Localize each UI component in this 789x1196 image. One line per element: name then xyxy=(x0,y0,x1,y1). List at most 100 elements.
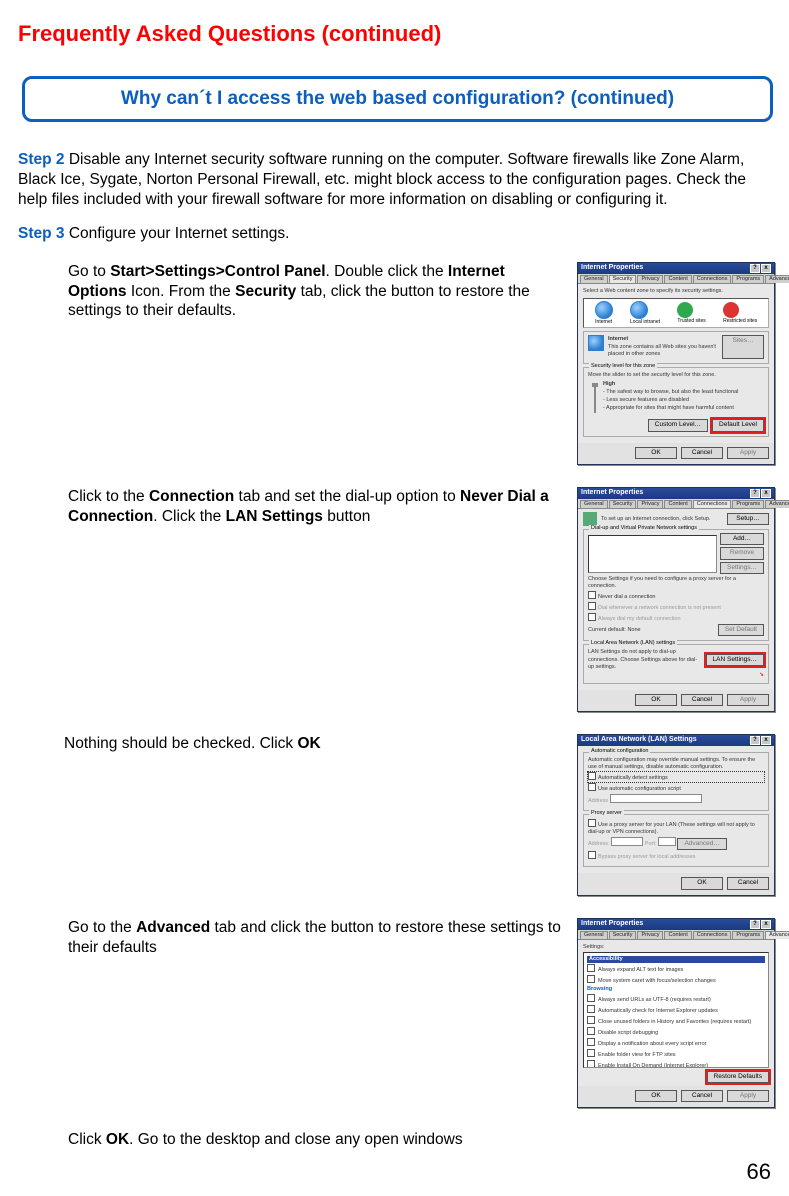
substep-lan-text: Nothing should be checked. Click OK xyxy=(18,734,577,754)
text: Go to xyxy=(68,263,110,280)
address-input[interactable] xyxy=(610,794,702,803)
group-legend: Automatic configuration xyxy=(589,748,650,755)
tab-privacy[interactable]: Privacy xyxy=(637,500,663,508)
value: None xyxy=(627,627,640,633)
remove-button[interactable]: Remove xyxy=(720,547,764,559)
page-number: 66 xyxy=(18,1158,777,1186)
tree-item[interactable]: Enable folder view for FTP sites xyxy=(587,1049,765,1059)
tabs: General Security Privacy Content Connect… xyxy=(578,930,774,940)
label: Port: xyxy=(645,841,657,847)
tab-programs[interactable]: Programs xyxy=(732,500,764,508)
use-proxy-checkbox[interactable]: Use a proxy server for your LAN (These s… xyxy=(588,819,764,836)
auto-detect-checkbox[interactable]: Automatically detect settings xyxy=(588,772,764,782)
add-button[interactable]: Add… xyxy=(720,533,764,545)
final-line: Click OK. Go to the desktop and close an… xyxy=(68,1130,777,1150)
tab-content[interactable]: Content xyxy=(664,500,691,508)
proxy-address-input[interactable] xyxy=(611,837,643,846)
tab-connections[interactable]: Connections xyxy=(693,500,732,508)
apply-button[interactable]: Apply xyxy=(727,447,769,459)
tree-item[interactable]: Display a notification about every scrip… xyxy=(587,1038,765,1048)
tab-privacy[interactable]: Privacy xyxy=(637,275,663,283)
tab-advanced[interactable]: Advanced xyxy=(765,500,789,508)
step3-header-text: Configure your Internet settings. xyxy=(65,225,290,242)
tree-item[interactable]: Always expand ALT text for images xyxy=(587,964,765,974)
connections-listbox[interactable] xyxy=(588,535,717,573)
tabs: General Security Privacy Content Connect… xyxy=(578,499,774,509)
sec-top-text: Select a Web content zone to specify its… xyxy=(583,288,769,295)
lan-settings-button[interactable]: LAN Settings… xyxy=(706,654,764,666)
tab-connections[interactable]: Connections xyxy=(693,275,732,283)
default-level-button[interactable]: Default Level xyxy=(712,419,764,431)
tree-item[interactable]: Always send URLs as UTF-8 (requires rest… xyxy=(587,994,765,1004)
close-icon[interactable]: x xyxy=(761,264,771,273)
substep-advanced-text: Go to the Advanced tab and click the but… xyxy=(18,918,577,958)
internet-zone-icon[interactable] xyxy=(595,301,613,319)
security-slider[interactable] xyxy=(594,383,596,413)
tree-item[interactable]: Automatically check for Internet Explore… xyxy=(587,1005,765,1015)
tree-header: Accessibility xyxy=(587,956,765,963)
never-dial-radio[interactable]: Never dial a connection xyxy=(588,591,764,601)
trusted-sites-zone-icon[interactable] xyxy=(677,302,693,318)
custom-level-button[interactable]: Custom Level… xyxy=(648,419,708,431)
text: . Click the xyxy=(153,508,225,525)
help-icon[interactable]: ? xyxy=(750,736,760,745)
tree-item[interactable]: Close unused folders in History and Favo… xyxy=(587,1016,765,1026)
tree-item[interactable]: Move system caret with focus/selection c… xyxy=(587,975,765,985)
settings-button[interactable]: Settings… xyxy=(720,562,764,574)
cancel-button[interactable]: Cancel xyxy=(681,694,723,706)
apply-button[interactable]: Apply xyxy=(727,694,769,706)
tree-item[interactable]: Enable Install On Demand (Internet Explo… xyxy=(587,1060,765,1068)
set-default-button[interactable]: Set Default xyxy=(718,624,764,636)
cancel-button[interactable]: Cancel xyxy=(681,1090,723,1102)
text-bold: Connection xyxy=(149,488,234,505)
cancel-button[interactable]: Cancel xyxy=(681,447,723,459)
bypass-proxy-checkbox[interactable]: Bypass proxy server for local addresses xyxy=(588,851,764,861)
group-legend: Security level for this zone xyxy=(589,363,657,370)
tab-security[interactable]: Security xyxy=(609,931,637,939)
dial-whenever-radio[interactable]: Dial whenever a network connection is no… xyxy=(588,602,764,612)
dialog-title: Internet Properties xyxy=(581,920,643,929)
screenshot-internet-properties-advanced: Internet Properties ?x General Security … xyxy=(577,918,775,1109)
connection-icon xyxy=(583,512,597,526)
auto-config-script-checkbox[interactable]: Use automatic configuration script xyxy=(588,783,764,793)
tab-connections[interactable]: Connections xyxy=(693,931,732,939)
tree-item[interactable]: Disable script debugging xyxy=(587,1027,765,1037)
ok-button[interactable]: OK xyxy=(635,447,677,459)
help-icon[interactable]: ? xyxy=(750,920,760,929)
tab-advanced[interactable]: Advanced xyxy=(765,275,789,283)
restore-defaults-button[interactable]: Restore Defaults xyxy=(707,1071,769,1083)
tab-security[interactable]: Security xyxy=(609,500,637,508)
always-dial-radio[interactable]: Always dial my default connection xyxy=(588,613,764,623)
tab-general[interactable]: General xyxy=(580,931,608,939)
tab-general[interactable]: General xyxy=(580,275,608,283)
sites-button[interactable]: Sites… xyxy=(722,335,764,359)
restricted-sites-zone-icon[interactable] xyxy=(723,302,739,318)
close-icon[interactable]: x xyxy=(761,489,771,498)
tab-programs[interactable]: Programs xyxy=(732,275,764,283)
advanced-settings-tree[interactable]: Accessibility Always expand ALT text for… xyxy=(583,952,769,1068)
tab-advanced[interactable]: Advanced xyxy=(765,931,789,939)
apply-button[interactable]: Apply xyxy=(727,1090,769,1102)
tab-content[interactable]: Content xyxy=(664,275,691,283)
tab-general[interactable]: General xyxy=(580,500,608,508)
ok-button[interactable]: OK xyxy=(635,694,677,706)
tab-content[interactable]: Content xyxy=(664,931,691,939)
setup-button[interactable]: Setup… xyxy=(727,513,769,525)
proxy-advanced-button[interactable]: Advanced… xyxy=(677,838,726,850)
close-icon[interactable]: x xyxy=(761,920,771,929)
ok-button[interactable]: OK xyxy=(681,877,723,889)
help-icon[interactable]: ? xyxy=(750,264,760,273)
ok-button[interactable]: OK xyxy=(635,1090,677,1102)
window-buttons: ?x xyxy=(749,264,771,273)
tab-programs[interactable]: Programs xyxy=(732,931,764,939)
help-icon[interactable]: ? xyxy=(750,489,760,498)
tab-privacy[interactable]: Privacy xyxy=(637,931,663,939)
label: Internet xyxy=(595,319,613,325)
substep-connection-text: Click to the Connection tab and set the … xyxy=(18,487,577,527)
cancel-button[interactable]: Cancel xyxy=(727,877,769,889)
proxy-port-input[interactable] xyxy=(658,837,676,846)
local-intranet-zone-icon[interactable] xyxy=(630,301,648,319)
text: Nothing should be checked. Click xyxy=(64,735,298,752)
close-icon[interactable]: x xyxy=(761,736,771,745)
tab-security[interactable]: Security xyxy=(609,275,637,283)
